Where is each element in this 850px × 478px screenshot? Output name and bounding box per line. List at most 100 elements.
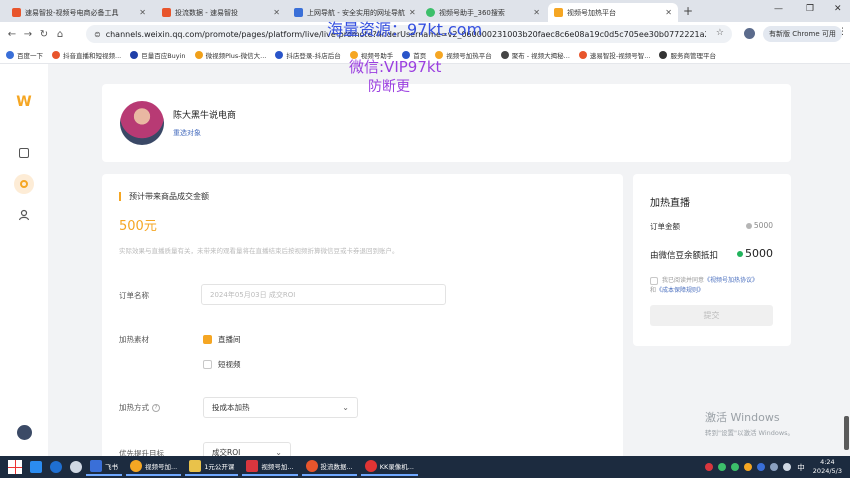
system-tray: 中 4:24 2024/5/3 [700,458,842,476]
material-option-live[interactable]: 直播间 [203,334,241,345]
browser-tab[interactable]: 速易智投-视频号电商必备工具 ✕ [6,3,152,22]
sidebar-item-live[interactable] [14,174,34,194]
bookmark-label: 抖音直播和短视频... [63,51,122,60]
bookmark-item[interactable]: 抖店登录-抖店后台 [275,50,341,60]
service-platform-icon [659,50,668,59]
taskbar-app-label: 1元公开课 [204,463,235,471]
order-name-placeholder: 2024年05月03日 成交ROI [210,290,296,299]
pay-amount-number: 5000 [745,247,773,260]
agreement-link[interactable]: 《视频号加热协议》 [704,277,758,284]
close-window-button[interactable]: ✕ [834,4,842,14]
tray-app-icon[interactable] [705,463,714,471]
app-logo[interactable]: W [14,92,34,112]
volume-icon[interactable] [783,463,792,471]
method-select[interactable]: 投成本加热 ⌄ [203,397,358,418]
bookmark-item[interactable]: 抖音直播和短视频... [52,50,121,60]
checkbox-icon[interactable] [203,360,212,369]
pay-method-label: 由微信豆余额抵扣 [650,251,719,261]
tab-favicon-icon [162,8,171,17]
tab-close-icon[interactable]: ✕ [135,8,146,17]
bookmark-item[interactable]: 聚布 - 视频大揭秘... [500,50,570,60]
bookmark-item[interactable]: 百度一下 [6,50,43,60]
bookmark-item[interactable]: 微视频Plus-微信大... [194,50,266,60]
help-icon[interactable]: ? [152,404,160,412]
wechat-bean-icon [737,251,743,257]
scrollbar-thumb[interactable] [844,416,849,450]
chrome-icon [130,460,142,472]
start-menu-icon[interactable] [8,460,22,474]
settings-icon[interactable] [30,461,42,473]
doudian-icon [275,50,284,59]
weishi-icon [194,50,203,59]
taskbar-app[interactable]: 飞书 [86,458,122,476]
windows-taskbar: 飞书 视频号加... 1元公开课 视频号加... 投流数据... KK录像机..… [0,456,850,478]
watermark-text: 海量资源：97kt.com [327,20,483,39]
ie-icon[interactable] [50,461,62,473]
bookmark-star-icon[interactable]: ☆ [716,28,724,38]
order-name-input[interactable]: 2024年05月03日 成交ROI [201,284,446,305]
taskbar-app[interactable]: 视频号加... [126,458,182,476]
agreement-row[interactable]: 我已阅读并同意《视频号加热协议》 和《成本保障规则》 [650,276,778,296]
video-icon [19,148,29,158]
tab-favicon-icon [554,8,563,17]
bookmark-label: 巨量百应Buyin [141,51,186,60]
creator-avatar [120,101,164,145]
reload-icon[interactable]: ↻ [36,29,52,40]
wps-icon [246,460,259,472]
ime-indicator[interactable]: 中 [797,462,805,473]
home-icon[interactable]: ⌂ [52,29,68,40]
buyin-icon [130,50,139,59]
system-clock[interactable]: 4:24 2024/5/3 [813,458,842,476]
sidebar-item-video[interactable] [14,143,34,163]
forward-arrow-icon[interactable]: → [20,29,36,40]
taskbar-app[interactable]: 投流数据... [301,458,357,476]
checkbox-checked-icon[interactable] [203,335,212,344]
tray-app-icon[interactable] [731,463,740,471]
user-avatar[interactable] [17,425,32,440]
taskbar-app[interactable]: KK录像机... [360,458,418,476]
minimize-button[interactable]: — [774,4,783,14]
bookmark-item[interactable]: 视频号加热平台 [435,50,492,60]
bookmark-item[interactable]: 巨量百应Buyin [130,50,186,60]
cost-guarantee-link[interactable]: 《成本保障规则》 [656,287,704,294]
creator-name: 陈大黑牛说电商 [173,111,237,121]
target-select[interactable]: 成交ROI ⌄ [203,442,291,456]
tab-close-icon[interactable]: ✕ [529,8,540,17]
taskbar-app-label: KK录像机... [379,463,414,471]
reselect-link[interactable]: 重选对象 [173,128,201,138]
taskbar-app[interactable]: 1元公开课 [185,458,239,476]
bookmark-item[interactable]: 服务商管理平台 [659,50,716,60]
chrome-update-button[interactable]: 有新版 Chrome 可用 [763,26,842,42]
order-amount-value: 5000 [745,221,773,230]
tray-app-icon[interactable] [744,463,753,471]
browser-icon[interactable] [70,461,82,473]
agreement-checkbox[interactable] [650,276,658,285]
section-title: 预计带来商品成交金额 [119,192,209,201]
browser-tab[interactable]: 投流数据 - 速易智投 ✕ [156,3,286,22]
tab-close-icon[interactable]: ✕ [269,8,280,17]
watermark-wechat: 微信:VIP97kt [349,58,442,76]
submit-button[interactable]: 提交 [650,305,773,326]
profile-avatar-icon[interactable] [744,28,755,39]
back-arrow-icon[interactable]: ← [4,29,20,40]
material-option-video[interactable]: 短视频 [203,359,241,370]
creator-card: 陈大黑牛说电商 重选对象 [102,84,791,162]
sidebar-item-account[interactable] [14,205,34,225]
browser-menu-icon[interactable]: ⋮ [838,27,847,37]
bluetooth-icon[interactable] [770,463,779,471]
chevron-down-icon: ⌄ [342,403,349,412]
new-tab-button[interactable]: + [683,4,693,18]
browser-tab-active[interactable]: 视频号加热平台 ✕ [548,3,678,22]
tab-favicon-icon [12,8,21,17]
shield-icon[interactable] [757,463,766,471]
taskbar-app-label: 投流数据... [320,463,353,471]
site-info-icon[interactable]: ⊜ [94,30,101,39]
taskbar-app-label: 视频号加... [145,463,178,471]
taskbar-app[interactable]: 视频号加... [242,458,298,476]
tab-close-icon[interactable]: ✕ [661,8,672,17]
chevron-down-icon: ⌄ [275,448,282,456]
restore-button[interactable]: ❐ [806,4,814,14]
bookmark-label: 聚布 - 视频大揭秘... [511,51,570,60]
wechat-icon[interactable] [718,463,727,471]
bookmark-item[interactable]: 速易智投-视频号智... [578,50,650,60]
